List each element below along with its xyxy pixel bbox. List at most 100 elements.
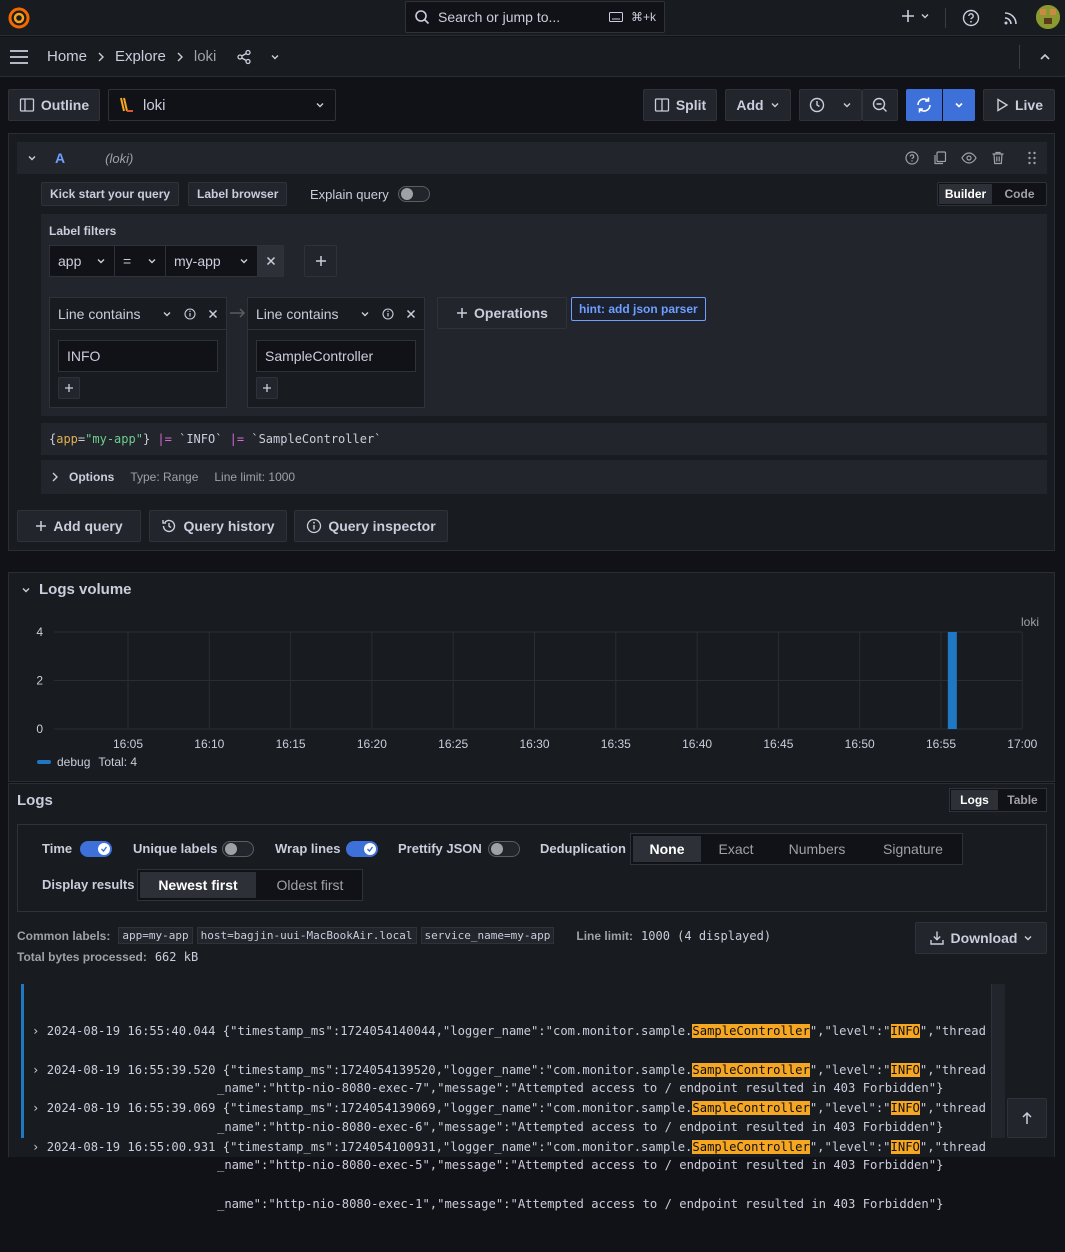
time-picker[interactable] [799, 89, 862, 121]
log-text-continuation: _name":"http-nio-8080-exec-1","message":… [217, 1196, 944, 1211]
dedup-exact-option[interactable]: Exact [703, 834, 769, 864]
user-avatar[interactable] [1036, 5, 1060, 29]
unique-labels-toggle[interactable] [222, 841, 254, 857]
query-builder: Label filters app = my-app Line contains… [41, 214, 1047, 416]
breadcrumb-explore[interactable]: Explore [115, 48, 166, 65]
add-param-button[interactable] [256, 377, 278, 399]
logs-view-button[interactable]: Logs [951, 790, 998, 810]
breadcrumb-home[interactable]: Home [47, 48, 87, 65]
log-row[interactable]: › 2024-08-19 16:55:00.931 {"timestamp_ms… [21, 1099, 1001, 1211]
operations-button[interactable]: Operations [437, 297, 567, 329]
datasource-picker[interactable]: loki [108, 89, 336, 121]
row-expand-chevron-icon[interactable]: › [32, 1140, 47, 1154]
dedup-none-option[interactable]: None [633, 836, 701, 862]
live-button[interactable]: Live [983, 89, 1055, 121]
operation-card: Line contains INFO [49, 297, 227, 408]
prettify-json-toggle[interactable] [488, 841, 520, 857]
query-options-row[interactable]: Options Type: Range Line limit: 1000 [41, 460, 1047, 494]
download-button[interactable]: Download [915, 922, 1047, 954]
dedup-signature-option[interactable]: Signature [865, 834, 961, 864]
query-inspector-button[interactable]: Query inspector [294, 510, 448, 542]
add-query-button[interactable]: Add query [17, 510, 141, 542]
legend-series-name: debug [57, 755, 91, 769]
log-scrollbar[interactable] [991, 984, 1005, 1138]
total-bytes-value: 662 kB [154, 950, 199, 964]
collapse-chevron-icon[interactable] [27, 153, 37, 163]
add-param-button[interactable] [58, 377, 80, 399]
split-button[interactable]: Split [643, 89, 717, 121]
code-mode-button[interactable]: Code [993, 183, 1046, 205]
query-inspector-label: Query inspector [328, 518, 436, 534]
chevron-right-icon [51, 472, 59, 482]
grafana-logo-icon[interactable] [7, 6, 31, 30]
label-value-select[interactable]: my-app [166, 245, 258, 277]
help-icon[interactable] [962, 9, 980, 27]
collapse-chevron-up-icon[interactable] [1039, 51, 1051, 63]
oldest-first-option[interactable]: Oldest first [258, 870, 362, 900]
query-ref-id[interactable]: A [55, 150, 65, 166]
label-value-value: my-app [174, 253, 221, 269]
chevron-down-icon [147, 256, 157, 266]
explore-toolbar: Outline loki Split Add Live [0, 78, 1065, 132]
refresh-interval-button[interactable] [943, 89, 975, 121]
x-tick-label: 16:50 [845, 737, 875, 751]
operation-title[interactable]: Line contains [256, 306, 360, 322]
label-key-select[interactable]: app [49, 245, 115, 277]
logs-volume-title: Logs volume [39, 581, 132, 598]
x-tick-label: 16:20 [357, 737, 387, 751]
builder-mode-button[interactable]: Builder [939, 184, 992, 204]
time-toggle[interactable] [80, 841, 112, 857]
log-text: ","thread [919, 1139, 986, 1154]
remove-filter-button[interactable] [258, 245, 284, 277]
hint-badge[interactable]: hint: add json parser [571, 297, 706, 321]
new-menu-button[interactable] [900, 8, 930, 24]
dedup-numbers-option[interactable]: Numbers [769, 834, 865, 864]
log-row[interactable]: › 2024-08-19 16:55:39.520 {"timestamp_ms… [21, 1022, 1001, 1134]
y-tick-label: 0 [36, 722, 43, 736]
info-icon[interactable] [382, 307, 394, 320]
refresh-button[interactable] [906, 89, 942, 121]
chart-legend[interactable]: debug Total: 4 [37, 755, 137, 769]
search-icon [414, 9, 430, 25]
scroll-to-top-button[interactable] [1007, 1098, 1047, 1138]
zoom-out-button[interactable] [862, 89, 898, 121]
operation-value-input[interactable]: SampleController [256, 340, 416, 372]
eye-icon[interactable] [961, 152, 977, 164]
add-filter-button[interactable] [304, 245, 337, 277]
share-icon[interactable] [236, 49, 252, 65]
add-button[interactable]: Add [725, 89, 791, 121]
query-history-button[interactable]: Query history [149, 510, 287, 542]
chevron-down-icon[interactable] [360, 309, 370, 319]
explain-query-toggle[interactable] [398, 186, 430, 202]
logs-meta-row: Common labels: app=my-app host=bagjin-uu… [17, 927, 771, 944]
explain-query-label: Explain query [310, 187, 389, 202]
news-feed-icon[interactable] [1002, 9, 1020, 27]
operation-value-input[interactable]: INFO [58, 340, 218, 372]
chevron-down-icon [239, 256, 249, 266]
chevron-down-icon [1023, 933, 1033, 943]
outline-button[interactable]: Outline [8, 89, 100, 121]
table-view-button[interactable]: Table [999, 789, 1046, 811]
newest-first-option[interactable]: Newest first [140, 872, 256, 898]
close-icon[interactable] [208, 309, 218, 319]
common-labels-label: Common labels: [17, 928, 111, 943]
kick-start-button[interactable]: Kick start your query [41, 182, 180, 206]
log-row[interactable]: › 2024-08-19 16:55:40.044 {"timestamp_ms… [21, 984, 1001, 1095]
chevron-down-icon[interactable] [162, 309, 172, 319]
logs-volume-header[interactable]: Logs volume [21, 581, 132, 598]
drag-handle-icon[interactable] [1027, 151, 1037, 165]
trash-icon[interactable] [991, 151, 1005, 165]
chevron-down-icon[interactable] [270, 52, 280, 62]
label-operator-select[interactable]: = [115, 245, 166, 277]
close-icon[interactable] [406, 309, 416, 319]
log-text: {"timestamp_ms":1724054100931,"logger_na… [222, 1139, 693, 1154]
help-icon[interactable] [905, 151, 919, 165]
wrap-lines-toggle[interactable] [346, 841, 378, 857]
info-icon[interactable] [184, 307, 196, 320]
search-input[interactable]: Search or jump to... ⌘+k [405, 1, 665, 33]
label-browser-button[interactable]: Label browser [188, 182, 288, 206]
copy-icon[interactable] [933, 151, 947, 165]
log-row[interactable]: › 2024-08-19 16:55:39.069 {"timestamp_ms… [21, 1061, 1001, 1172]
operation-title[interactable]: Line contains [58, 306, 162, 322]
menu-icon[interactable] [9, 48, 29, 66]
